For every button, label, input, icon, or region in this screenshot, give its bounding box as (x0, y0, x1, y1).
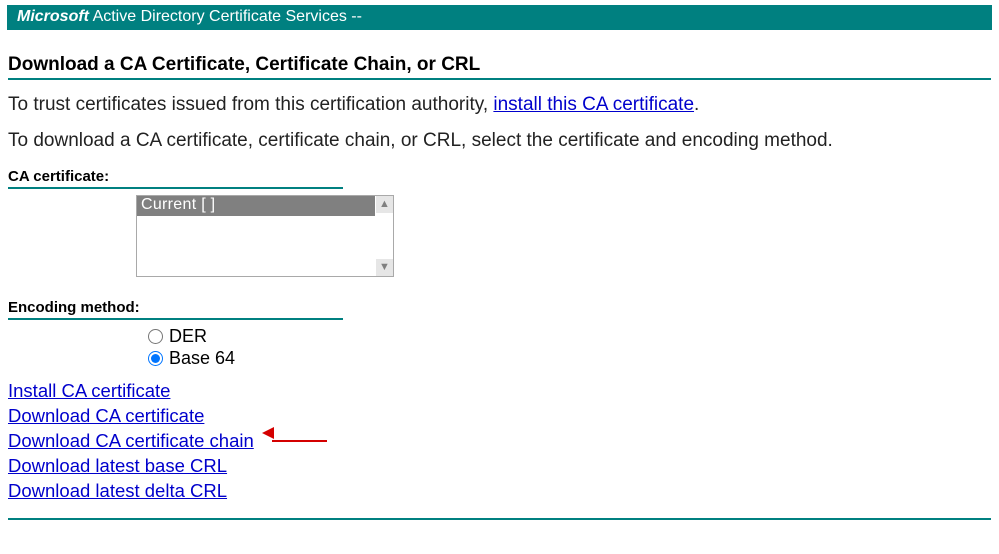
encoding-base64-radio[interactable] (148, 351, 163, 366)
scroll-up-icon[interactable]: ▲ (376, 196, 393, 213)
install-ca-link[interactable]: Install CA certificate (8, 379, 170, 404)
encoding-rule (8, 318, 343, 320)
product-text: Active Directory Certificate Services -- (89, 8, 362, 25)
encoding-der-radio[interactable] (148, 329, 163, 344)
header-bar: Microsoft Active Directory Certificate S… (7, 5, 992, 30)
download-chain-row: Download CA certificate chain (8, 429, 991, 454)
highlight-arrow-icon (272, 432, 327, 450)
download-ca-chain-link[interactable]: Download CA certificate chain (8, 429, 254, 454)
ca-cert-selected-option[interactable]: Current [ ] (137, 196, 375, 216)
encoding-base64-label: Base 64 (169, 348, 235, 369)
scroll-down-icon[interactable]: ▼ (376, 259, 393, 276)
encoding-der-label: DER (169, 326, 207, 347)
content-area: Download a CA Certificate, Certificate C… (0, 30, 999, 540)
page-title: Download a CA Certificate, Certificate C… (8, 54, 991, 76)
ca-cert-label: CA certificate: (8, 168, 991, 185)
intro1-post: . (694, 94, 699, 115)
encoding-base64-row[interactable]: Base 64 (136, 348, 991, 369)
download-delta-crl-link[interactable]: Download latest delta CRL (8, 479, 227, 504)
ca-cert-rule (8, 187, 343, 189)
download-base-crl-link[interactable]: Download latest base CRL (8, 454, 227, 479)
ca-cert-listbox[interactable]: Current [ ] ▲ ▼ (136, 195, 394, 277)
bottom-rule (8, 518, 991, 520)
action-links: Install CA certificate Download CA certi… (8, 379, 991, 504)
brand-text: Microsoft (17, 8, 89, 25)
install-ca-inline-link[interactable]: install this CA certificate (493, 94, 694, 115)
intro1-pre: To trust certificates issued from this c… (8, 94, 493, 115)
intro-download: To download a CA certificate, certificat… (8, 130, 991, 152)
encoding-label: Encoding method: (8, 299, 991, 316)
title-rule (8, 78, 991, 80)
encoding-der-row[interactable]: DER (136, 326, 991, 347)
intro-trust: To trust certificates issued from this c… (8, 94, 991, 116)
download-ca-cert-link[interactable]: Download CA certificate (8, 404, 204, 429)
